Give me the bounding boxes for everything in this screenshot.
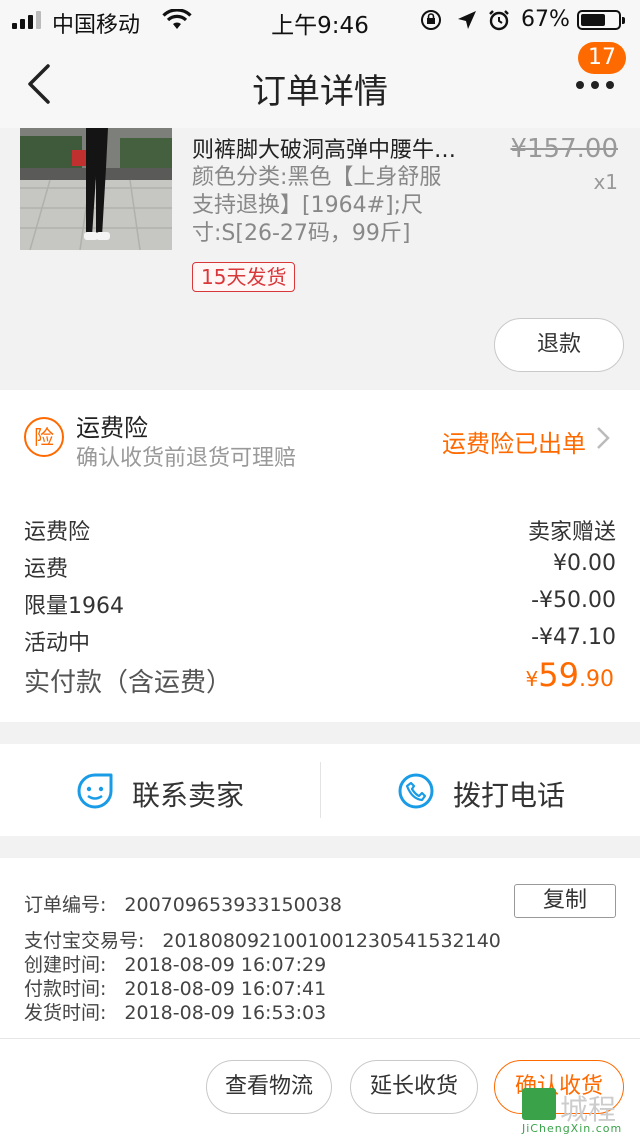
- insurance-status-link[interactable]: 运费险已出单: [442, 424, 586, 459]
- fee-value: -¥50.00: [531, 588, 616, 613]
- fee-value: 卖家赠送: [527, 520, 616, 545]
- fee-row: 运费 ¥0.00: [24, 551, 616, 583]
- orientation-lock-icon: [421, 10, 441, 30]
- total-integer: 59: [538, 656, 579, 694]
- alarm-icon: [489, 10, 509, 31]
- alipay-trade-row: 支付宝交易号: 2018080921001001230541532140: [24, 926, 501, 953]
- status-bar: 中国移动 上午9:46 67%: [0, 0, 640, 40]
- quantity: x1: [593, 170, 618, 194]
- info-value: 200709653933150038: [124, 894, 342, 916]
- original-price: ¥157.00: [510, 134, 618, 164]
- phone-icon: [398, 773, 434, 809]
- shipped-time-row: 发货时间: 2018-08-09 16:53:03: [24, 998, 326, 1025]
- created-time-row: 创建时间: 2018-08-09 16:07:29: [24, 950, 326, 977]
- total-currency: ¥: [525, 667, 539, 691]
- total-decimal: .90: [579, 667, 614, 692]
- more-dots-icon[interactable]: [576, 78, 616, 90]
- fee-row: 运费险 卖家赠送: [24, 514, 616, 546]
- total-label: 实付款（含运费）: [24, 668, 233, 698]
- product-thumbnail[interactable]: [20, 128, 172, 250]
- fee-label: 运费险: [24, 520, 91, 545]
- info-value: 2018-08-09 16:53:03: [124, 1002, 327, 1024]
- total-row: 实付款（含运费） ¥59.90: [24, 656, 616, 699]
- notification-badge: 17: [578, 42, 626, 74]
- insurance-title: 运费险: [76, 414, 148, 442]
- chevron-right-icon[interactable]: [596, 426, 610, 450]
- battery-icon: [577, 10, 625, 30]
- product-sku: 颜色分类:黑色【上身舒服 支持退换】[1964#];尺 寸:S[26-27码，9…: [192, 164, 482, 248]
- battery-percent: 67%: [521, 7, 570, 32]
- watermark: 城程 JiChengXin.com: [520, 1084, 640, 1136]
- info-label: 订单编号:: [24, 894, 107, 916]
- sku-line: 寸:S[26-27码，99斤]: [192, 221, 411, 246]
- extend-receipt-button[interactable]: 延长收货: [350, 1060, 478, 1114]
- info-label: 创建时间:: [24, 954, 107, 976]
- sku-line: 支持退换】[1964#];尺: [192, 193, 424, 218]
- order-info-card: 订单编号: 200709653933150038 复制 支付宝交易号: 201808…: [0, 858, 640, 1038]
- order-number-row: 订单编号: 200709653933150038: [24, 890, 342, 917]
- product-item[interactable]: 则裤脚大破洞高弹中腰牛… 颜色分类:黑色【上身舒服 支持退换】[1964#];尺…: [0, 128, 640, 390]
- call-phone-button[interactable]: 拨打电话: [321, 744, 640, 836]
- view-logistics-button[interactable]: 查看物流: [206, 1060, 332, 1114]
- contact-seller-label: 联系卖家: [132, 779, 245, 812]
- info-value: 2018080921001001230541532140: [162, 930, 501, 952]
- paid-time-row: 付款时间: 2018-08-09 16:07:41: [24, 974, 326, 1001]
- fee-value: ¥0.00: [553, 551, 616, 576]
- fee-value: -¥47.10: [531, 625, 616, 650]
- info-value: 2018-08-09 16:07:29: [124, 954, 327, 976]
- fee-row: 限量1964 -¥50.00: [24, 588, 616, 620]
- watermark-url: JiChengXin.com: [522, 1122, 623, 1135]
- sku-line: 颜色分类:黑色【上身舒服: [192, 165, 442, 190]
- total-amount: ¥59.90: [526, 656, 614, 694]
- location-arrow-icon: [458, 11, 476, 29]
- info-value: 2018-08-09 16:07:41: [124, 978, 327, 1000]
- contact-seller-button[interactable]: 联系卖家: [0, 744, 320, 836]
- info-label: 支付宝交易号:: [24, 930, 145, 952]
- page-title: 订单详情: [252, 72, 388, 112]
- fee-label: 限量1964: [24, 594, 124, 619]
- chat-smiley-icon: [77, 773, 113, 809]
- fee-label: 活动中: [24, 631, 91, 656]
- insurance-card: 险 运费险 确认收货前退货可理赔 运费险已出单 运费险 卖家赠送 运费 ¥0.0…: [0, 390, 640, 722]
- info-label: 付款时间:: [24, 978, 107, 1000]
- fee-label: 运费: [24, 557, 69, 582]
- info-label: 发货时间:: [24, 1002, 107, 1024]
- copy-button[interactable]: 复制: [514, 884, 616, 918]
- insurance-icon: 险: [24, 417, 64, 457]
- insurance-subtitle: 确认收货前退货可理赔: [76, 446, 297, 471]
- nav-bar: 订单详情 17: [0, 40, 640, 128]
- watermark-logo-icon: [522, 1088, 556, 1120]
- fee-row: 活动中 -¥47.10: [24, 625, 616, 657]
- delivery-tag: 15天发货: [192, 262, 296, 292]
- call-phone-label: 拨打电话: [453, 779, 566, 812]
- refund-button[interactable]: 退款: [494, 318, 624, 372]
- contact-bar: 联系卖家 拨打电话: [0, 744, 640, 836]
- product-name[interactable]: 则裤脚大破洞高弹中腰牛…: [192, 132, 492, 164]
